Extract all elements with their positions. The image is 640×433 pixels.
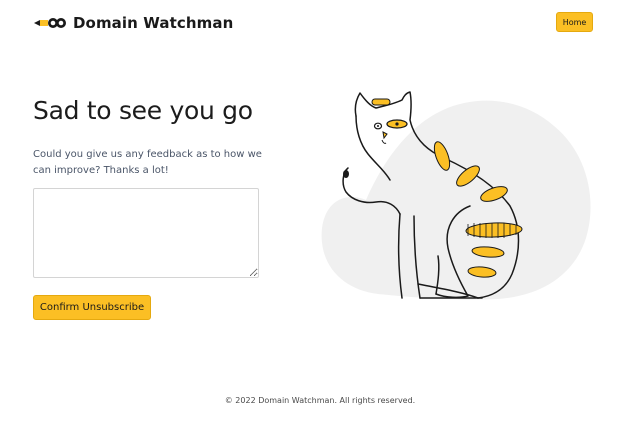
brand[interactable]: Domain Watchman [33,12,233,34]
cat-eyes [373,119,408,130]
home-button[interactable]: Home [556,12,593,32]
footer-copyright: © 2022 Domain Watchman. All rights reser… [224,396,416,405]
feedback-prompt: Could you give us any feedback as to how… [33,149,262,176]
background-blob [321,100,591,300]
confirm-unsubscribe-button[interactable]: Confirm Unsubscribe [33,295,151,320]
feedback-textarea[interactable] [33,188,259,278]
cat-illustration [321,91,591,300]
page-title: Sad to see you go [33,96,253,125]
site-header: Domain Watchman Home [0,0,640,45]
pencil-logo-icon [34,18,66,28]
brand-name: Domain Watchman [73,14,234,32]
